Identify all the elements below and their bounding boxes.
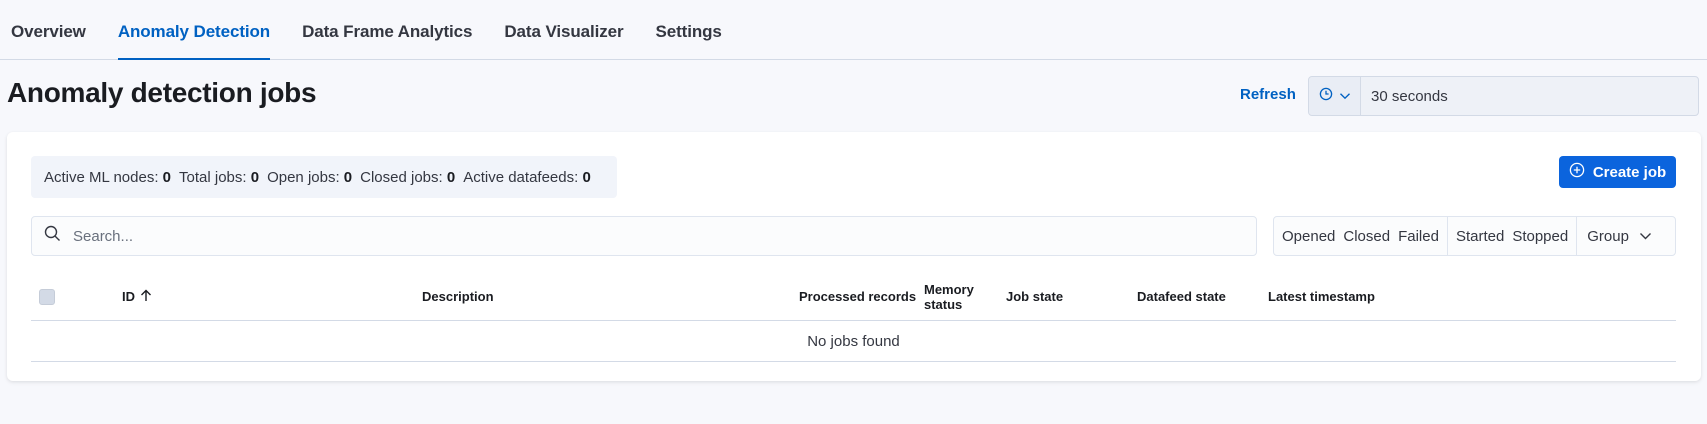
group-filter-label: Group <box>1587 227 1629 245</box>
create-job-button[interactable]: Create job <box>1559 156 1676 188</box>
stat-active-datafeeds: Active datafeeds: 0 <box>463 168 591 186</box>
tab-bar: Overview Anomaly Detection Data Frame An… <box>0 0 1707 60</box>
table-header: ID Description Processed records Memory … <box>31 272 1676 321</box>
empty-table-message: No jobs found <box>31 321 1676 362</box>
select-all-checkbox-cell <box>39 272 55 321</box>
jobs-panel: Active ML nodes: 0 Total jobs: 0 Open jo… <box>7 132 1701 381</box>
search-bar <box>31 216 1257 256</box>
group-filter[interactable]: Group <box>1577 217 1662 255</box>
plus-in-circle-icon <box>1569 162 1585 182</box>
filter-opened-button[interactable]: Opened <box>1278 228 1339 245</box>
tab-anomaly-detection[interactable]: Anomaly Detection <box>117 0 271 60</box>
column-header-id-label: ID <box>122 289 135 304</box>
datafeed-state-filter-group: Started Stopped <box>1448 217 1578 255</box>
stat-active-ml-nodes: Active ML nodes: 0 <box>44 168 172 186</box>
stat-total-jobs: Total jobs: 0 <box>179 168 260 186</box>
chevron-down-icon <box>1639 227 1652 245</box>
page-title: Anomaly detection jobs <box>7 77 317 108</box>
filter-failed-button[interactable]: Failed <box>1394 228 1443 245</box>
job-state-filter-group: Opened Closed Failed <box>1274 217 1448 255</box>
jobs-table: ID Description Processed records Memory … <box>31 272 1676 362</box>
column-header-processed-records[interactable]: Processed records <box>799 272 916 321</box>
filter-bar: Opened Closed Failed Started Stopped Gro… <box>1273 216 1676 256</box>
tab-overview[interactable]: Overview <box>11 0 86 59</box>
select-all-checkbox[interactable] <box>39 288 55 305</box>
column-header-id[interactable]: ID <box>122 272 152 321</box>
filter-stopped-button[interactable]: Stopped <box>1508 228 1572 245</box>
filter-closed-button[interactable]: Closed <box>1339 228 1394 245</box>
column-header-datafeed-state[interactable]: Datafeed state <box>1137 272 1226 321</box>
tab-settings[interactable]: Settings <box>656 0 722 59</box>
memory-status-line1: Memory <box>924 281 974 297</box>
tab-data-visualizer[interactable]: Data Visualizer <box>504 0 623 59</box>
tab-data-frame-analytics[interactable]: Data Frame Analytics <box>302 0 472 59</box>
refresh-button[interactable]: Refresh <box>1240 86 1296 103</box>
column-header-description[interactable]: Description <box>422 272 494 321</box>
clock-icon <box>1319 87 1333 106</box>
column-header-job-state[interactable]: Job state <box>1006 272 1063 321</box>
search-input[interactable] <box>73 227 1223 245</box>
filter-started-button[interactable]: Started <box>1452 228 1508 245</box>
stat-closed-jobs: Closed jobs: 0 <box>360 168 456 186</box>
group-filter-button[interactable]: Group <box>1581 227 1658 245</box>
job-stats-bar: Active ML nodes: 0 Total jobs: 0 Open jo… <box>31 156 617 198</box>
stat-open-jobs: Open jobs: 0 <box>267 168 353 186</box>
create-job-label: Create job <box>1592 163 1667 181</box>
search-icon <box>44 225 61 247</box>
chevron-down-icon <box>1339 87 1351 105</box>
refresh-interval-picker: 30 seconds <box>1308 76 1699 116</box>
interval-toggle-button[interactable] <box>1309 77 1361 115</box>
column-header-latest-timestamp[interactable]: Latest timestamp <box>1268 272 1375 321</box>
refresh-interval-value[interactable]: 30 seconds <box>1361 88 1448 105</box>
sort-ascending-icon <box>140 289 152 305</box>
memory-status-line2: status <box>924 296 963 312</box>
column-header-memory-status[interactable]: Memory status <box>924 272 974 321</box>
